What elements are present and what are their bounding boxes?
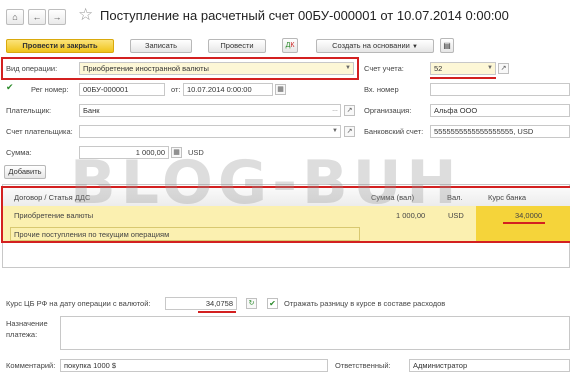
calendar-icon[interactable]: ▦ <box>275 84 286 95</box>
account-field[interactable]: 52 ▼ <box>430 62 496 75</box>
cb-rate-field[interactable]: 34,0758 <box>165 297 237 310</box>
op-type-value: Приобретение иностранной валюты <box>83 64 209 73</box>
comment-value: покупка 1000 $ <box>64 361 117 370</box>
post-and-close-button[interactable]: Провести и закрыть <box>6 39 114 53</box>
favorite-star-icon[interactable]: ☆ <box>78 5 93 25</box>
comment-field[interactable]: покупка 1000 $ <box>60 359 328 372</box>
refresh-icon[interactable]: ↻ <box>246 298 257 309</box>
responsible-field[interactable]: Администратор <box>409 359 570 372</box>
open-link-icon[interactable]: ↗ <box>498 63 509 74</box>
in-num-label: Вх. номер <box>364 85 399 94</box>
from-label: от: <box>171 85 181 94</box>
chevron-down-icon: ▼ <box>411 44 418 50</box>
amount-value: 1 000,00 <box>135 148 165 157</box>
checkmark-icon: ✔ <box>6 82 14 92</box>
chevron-down-icon: ▼ <box>487 65 493 71</box>
create-based-on-label: Создать на основании <box>332 41 410 50</box>
bank-acc-label: Банковский счет: <box>364 127 424 136</box>
payer-acc-label: Счет плательщика: <box>6 127 73 136</box>
reg-num-value: 00БУ-000001 <box>83 85 129 94</box>
account-underline <box>430 77 496 79</box>
org-field[interactable]: Альфа ООО <box>430 104 570 117</box>
create-based-on-button[interactable]: Создать на основании ▼ <box>316 39 434 53</box>
responsible-value: Администратор <box>413 361 468 370</box>
account-value: 52 <box>434 64 443 73</box>
forward-button[interactable]: → <box>48 9 66 25</box>
chevron-down-icon: ▼ <box>332 128 338 134</box>
cb-rate-label: Курс ЦБ РФ на дату операции с валютой: <box>6 299 151 308</box>
chevron-down-icon: ▼ <box>345 65 351 71</box>
back-button[interactable]: ← <box>28 9 46 25</box>
post-button[interactable]: Провести <box>208 39 266 53</box>
amount-field[interactable]: 1 000,00 <box>79 146 169 159</box>
reflect-checkbox[interactable]: ✔ <box>267 298 278 309</box>
payer-field[interactable]: Банк … <box>79 104 341 117</box>
currency-label: USD <box>188 148 204 157</box>
open-link-icon[interactable]: ↗ <box>344 126 355 137</box>
more-icon: … <box>332 107 338 113</box>
open-link-icon[interactable]: ↗ <box>344 105 355 116</box>
reg-num-field[interactable]: 00БУ-000001 <box>79 83 165 96</box>
amount-label: Сумма: <box>6 148 32 157</box>
in-num-field[interactable] <box>430 83 570 96</box>
cb-rate-underline <box>198 311 236 313</box>
calculator-icon[interactable]: ▦ <box>171 147 182 158</box>
bank-acc-field[interactable]: 5555555555555555555, USD <box>430 125 570 138</box>
write-button[interactable]: Записать <box>130 39 192 53</box>
op-type-label: Вид операции: <box>6 64 58 73</box>
reg-num-label: Рег номер: <box>31 85 69 94</box>
payer-value: Банк <box>83 106 100 115</box>
report-icon[interactable]: ▤ <box>440 38 454 53</box>
op-type-select[interactable]: Приобретение иностранной валюты ▼ <box>79 62 354 75</box>
comment-label: Комментарий: <box>6 361 56 370</box>
bank-acc-value: 5555555555555555555, USD <box>434 127 534 136</box>
account-label: Счет учета: <box>364 64 404 73</box>
cb-rate-value: 34,0758 <box>205 299 233 308</box>
org-label: Организация: <box>364 106 412 115</box>
date-value: 10.07.2014 0:00:00 <box>187 85 252 94</box>
date-field[interactable]: 10.07.2014 0:00:00 <box>183 83 273 96</box>
responsible-label: Ответственный: <box>335 361 391 370</box>
dt-kt-icon[interactable]: ДК <box>282 38 298 53</box>
window-title: Поступление на расчетный счет 00БУ-00000… <box>100 8 509 23</box>
reflect-label: Отражать разницу в курсе в составе расхо… <box>284 299 446 308</box>
home-button[interactable]: ⌂ <box>6 9 24 25</box>
add-row-button[interactable]: Добавить <box>4 165 46 179</box>
table-highlight <box>1 186 570 243</box>
payer-label: Плательщик: <box>6 106 52 115</box>
purpose-textarea[interactable] <box>60 316 570 350</box>
org-value: Альфа ООО <box>434 106 478 115</box>
purpose-label: Назначение платежа: <box>6 319 48 339</box>
payer-acc-field[interactable]: ▼ <box>79 125 341 138</box>
